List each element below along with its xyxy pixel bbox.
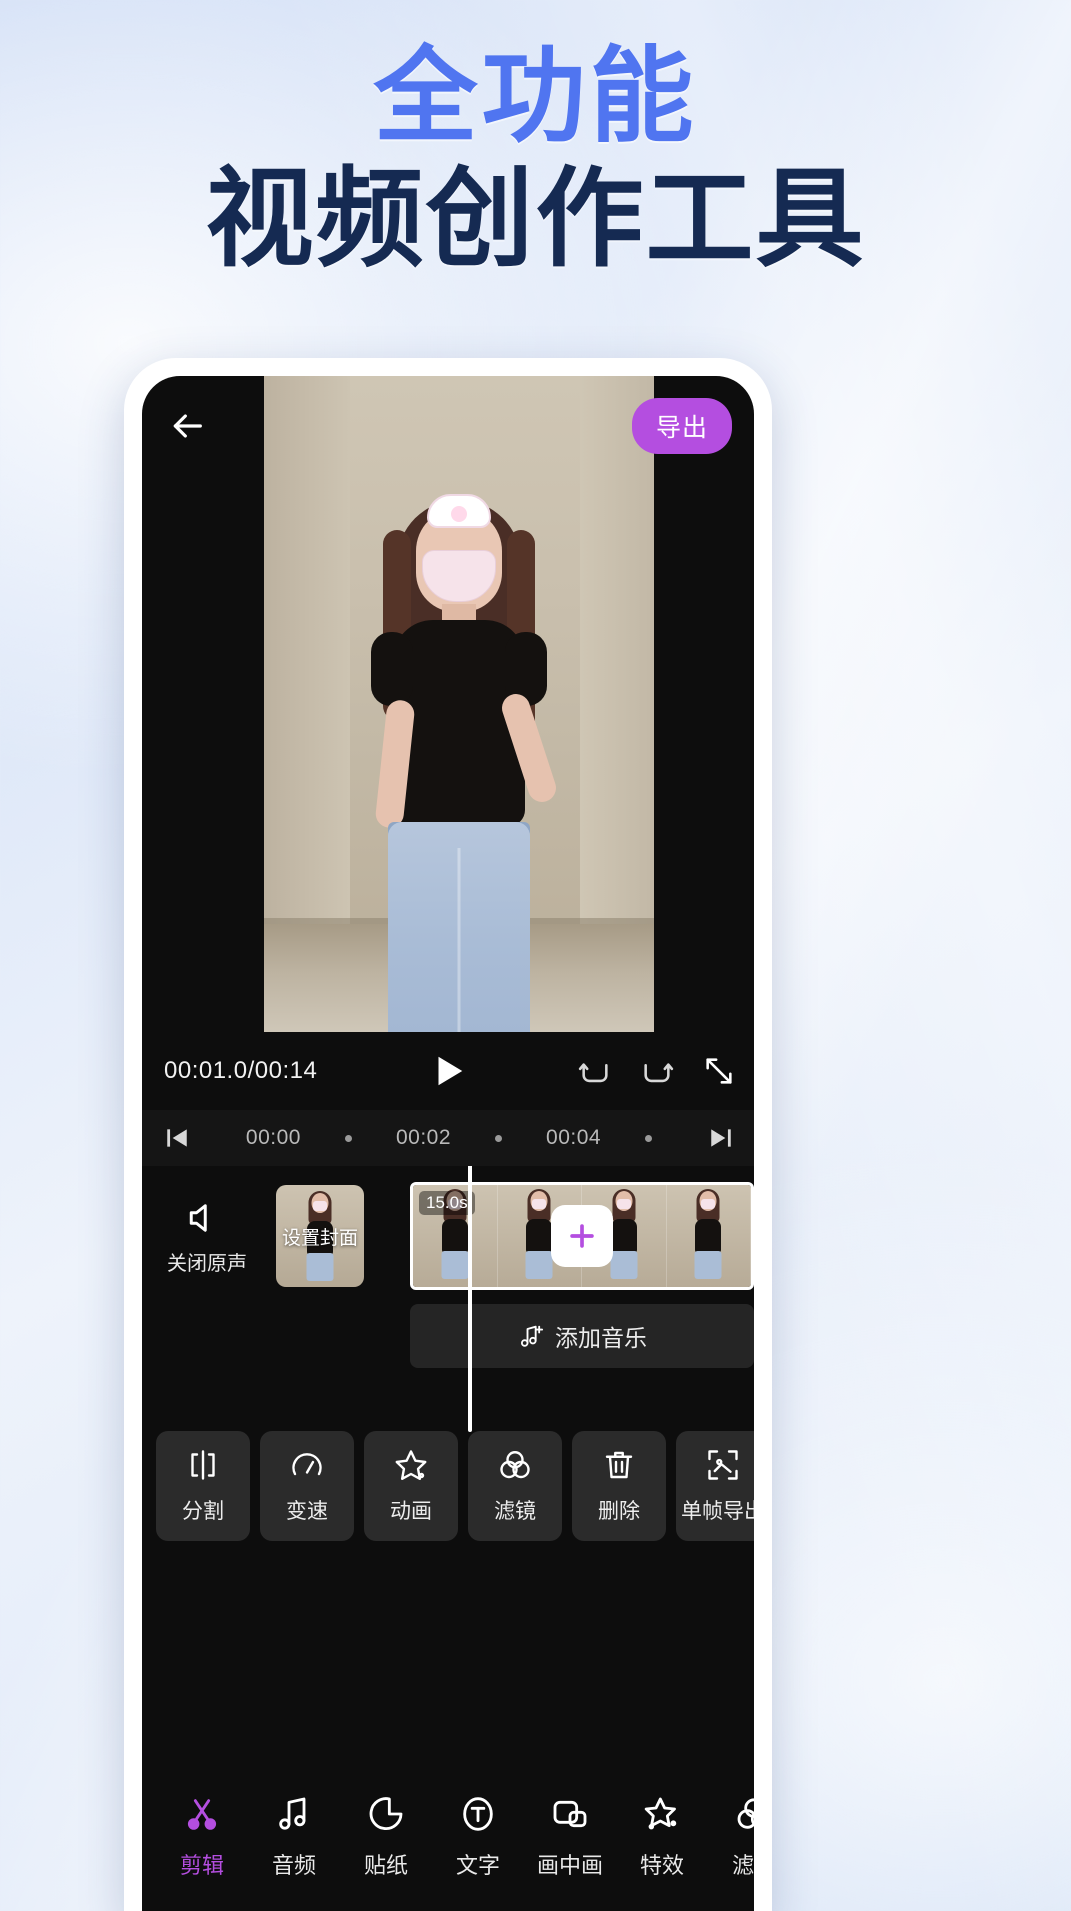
add-music-button[interactable]: 添加音乐	[410, 1304, 754, 1368]
nav-label: 画中画	[536, 1853, 603, 1878]
hair-bow-sticker	[427, 494, 491, 528]
bottom-nav: 剪辑 音频 贴纸 文字 画中画 特效 滤	[142, 1768, 754, 1911]
frame-export-icon	[708, 1450, 738, 1480]
filter-circles-icon	[737, 1798, 754, 1829]
trash-icon	[605, 1451, 633, 1479]
text-circle-icon	[463, 1797, 493, 1831]
playhead[interactable]	[468, 1124, 472, 1432]
skip-to-start-button[interactable]	[164, 1125, 190, 1151]
split-icon	[191, 1450, 215, 1480]
plus-icon	[570, 1224, 594, 1248]
nav-item-sticker[interactable]: 贴纸	[340, 1794, 432, 1880]
mute-original-audio-button[interactable]: 关闭原声	[142, 1197, 272, 1276]
nav-item-effects[interactable]: 特效	[616, 1794, 708, 1880]
timeline-panel[interactable]: 关闭原声 设置封面 15.0s 添加音乐	[142, 1124, 754, 1432]
mute-label: 关闭原声	[167, 1252, 247, 1275]
skip-to-start-icon	[167, 1129, 187, 1147]
headline-line-1: 全功能	[373, 39, 698, 155]
clip-frame[interactable]	[666, 1185, 751, 1287]
add-music-label: 添加音乐	[555, 1325, 647, 1351]
nav-label: 剪辑	[179, 1853, 224, 1878]
nav-label: 音频	[271, 1853, 316, 1878]
tool-label: 分割	[182, 1500, 224, 1523]
tool-label: 变速	[286, 1500, 328, 1523]
nav-item-filter[interactable]: 滤镜	[708, 1794, 754, 1880]
sticker-icon	[369, 1797, 403, 1831]
timeline-ruler: 00:00 00:02 00:04	[142, 1110, 754, 1166]
play-icon	[438, 1056, 463, 1086]
back-button[interactable]	[164, 403, 210, 449]
picture-in-picture-icon	[553, 1800, 587, 1828]
ruler-tick-0: 00:00	[245, 1126, 301, 1149]
undo-button[interactable]	[578, 1054, 612, 1088]
redo-button[interactable]	[640, 1054, 674, 1088]
nav-item-edit[interactable]: 剪辑	[156, 1794, 248, 1880]
speedometer-icon	[292, 1453, 322, 1476]
nav-label: 文字	[455, 1853, 500, 1878]
tool-label: 滤镜	[494, 1500, 536, 1523]
set-cover-button[interactable]: 设置封面	[276, 1185, 364, 1287]
star-sparkle-icon	[395, 1450, 427, 1481]
tool-label: 动画	[390, 1500, 432, 1523]
skip-to-end-button[interactable]	[708, 1125, 734, 1151]
playback-actions	[578, 1054, 736, 1088]
fullscreen-button[interactable]	[702, 1054, 736, 1088]
headline-block: 全功能 视频创作工具	[0, 42, 1071, 278]
redo-icon	[644, 1063, 674, 1083]
undo-icon	[578, 1063, 608, 1083]
phone-mockup: 导出 00:01.0/00:14 00:00 00:02 00:04 关闭原声 …	[124, 358, 772, 1911]
scissors-icon	[187, 1799, 217, 1830]
ruler-tick-2: 00:02	[395, 1126, 452, 1149]
color-circles-icon	[500, 1451, 530, 1479]
music-note-add-icon	[520, 1325, 544, 1347]
nav-item-pip[interactable]: 画中画	[524, 1794, 616, 1880]
nav-label: 特效	[639, 1853, 684, 1878]
top-bar: 导出	[142, 376, 754, 476]
ruler-dot-5	[645, 1134, 653, 1142]
ruler-dot-1	[344, 1134, 352, 1142]
tool-row: 分割 变速 动画 滤镜 删除 单帧导	[142, 1431, 754, 1553]
ruler-ticks: 00:00 00:02 00:04	[190, 1126, 708, 1150]
playback-bar: 00:01.0/00:14	[142, 1032, 754, 1110]
add-clip-button[interactable]	[551, 1205, 613, 1267]
speaker-mute-icon	[189, 1203, 207, 1232]
music-note-icon	[279, 1797, 306, 1830]
ruler-tick-4: 00:04	[546, 1126, 602, 1149]
export-button[interactable]: 导出	[631, 398, 732, 454]
tool-split[interactable]: 分割	[156, 1431, 250, 1541]
expand-icon	[706, 1058, 732, 1084]
nav-item-audio[interactable]: 音频	[248, 1794, 340, 1880]
tool-label: 删除	[598, 1500, 640, 1523]
nav-label: 滤镜	[731, 1853, 754, 1878]
cover-label: 设置封面	[281, 1227, 358, 1249]
tool-animation[interactable]: 动画	[364, 1431, 458, 1541]
skip-to-end-icon	[711, 1129, 731, 1147]
clip-duration-badge: 15.0s	[419, 1191, 475, 1215]
nav-label: 贴纸	[363, 1853, 408, 1878]
tool-label: 单帧导出	[681, 1500, 754, 1523]
tool-frame-export[interactable]: 单帧导出	[676, 1431, 754, 1541]
tool-filter[interactable]: 滤镜	[468, 1431, 562, 1541]
play-button[interactable]	[429, 1052, 467, 1090]
nav-item-text[interactable]: 文字	[432, 1794, 524, 1880]
time-display: 00:01.0/00:14	[164, 1057, 318, 1084]
tool-speed[interactable]: 变速	[260, 1431, 354, 1541]
tool-delete[interactable]: 删除	[572, 1431, 666, 1541]
ruler-dot-3	[495, 1134, 503, 1142]
magic-star-icon	[644, 1797, 677, 1830]
app-screen: 导出 00:01.0/00:14 00:00 00:02 00:04 关闭原声 …	[142, 376, 754, 1911]
headline-line-2: 视频创作工具	[205, 158, 866, 279]
clip-strip[interactable]: 15.0s	[410, 1182, 754, 1290]
arrow-left-icon	[173, 414, 202, 438]
